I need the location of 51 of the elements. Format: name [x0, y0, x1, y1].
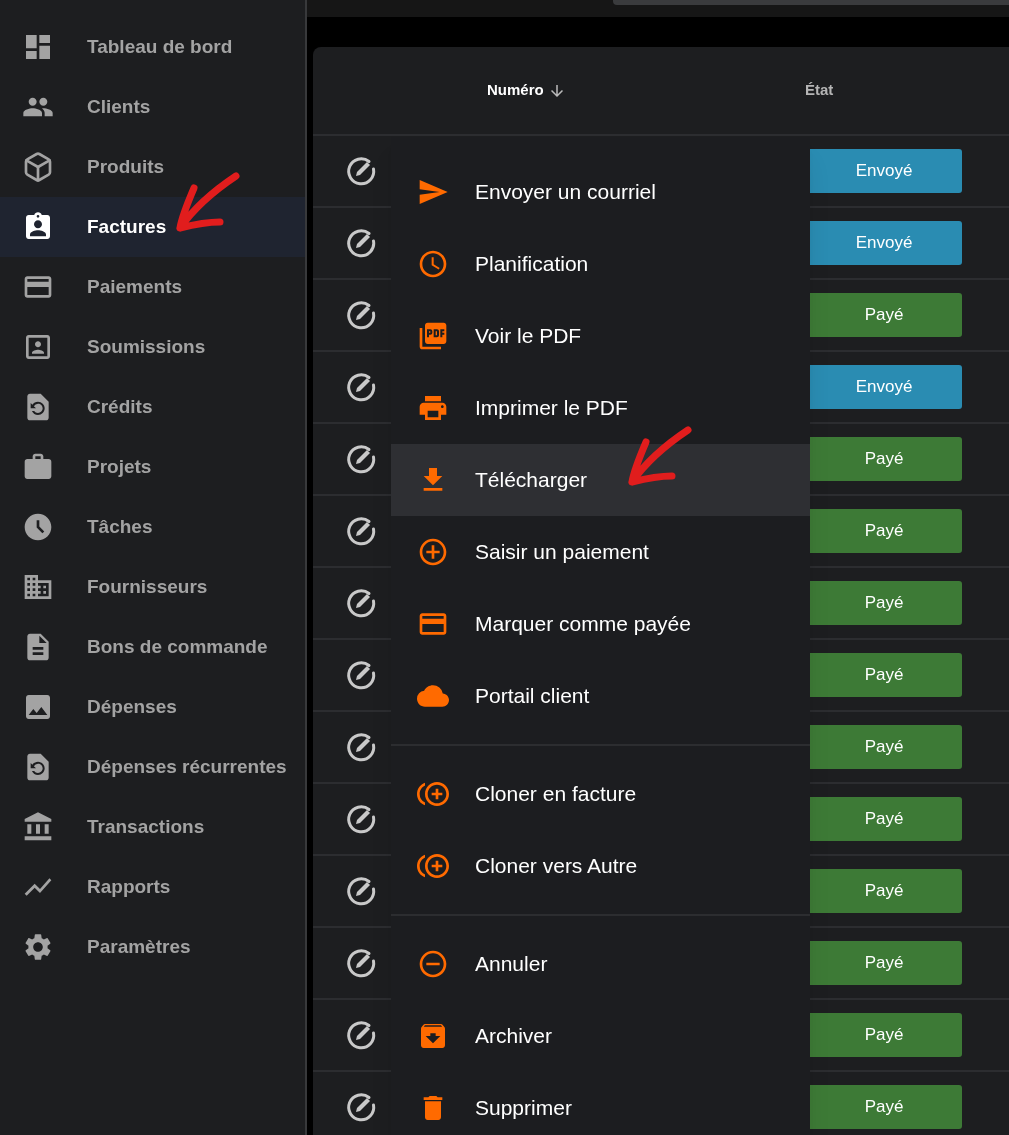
menu-item[interactable]: Archiver: [391, 1000, 810, 1072]
top-field[interactable]: [613, 0, 1009, 5]
pencil-circle-icon[interactable]: [345, 587, 377, 619]
sidebar-item[interactable]: Bons de commande: [0, 617, 305, 677]
menu-item[interactable]: Supprimer: [391, 1072, 810, 1135]
clock-icon: [417, 248, 449, 280]
menu-item[interactable]: Cloner en facture: [391, 758, 810, 830]
clock-icon: [22, 511, 54, 543]
menu-item[interactable]: Annuler: [391, 928, 810, 1000]
menu-item[interactable]: Cloner vers Autre: [391, 830, 810, 902]
sidebar-item[interactable]: Produits: [0, 137, 305, 197]
pencil-circle-icon[interactable]: [345, 515, 377, 547]
sidebar-item[interactable]: Crédits: [0, 377, 305, 437]
sidebar-item[interactable]: Dépenses récurrentes: [0, 737, 305, 797]
pencil-circle-icon[interactable]: [345, 875, 377, 907]
pdf-icon: [417, 320, 449, 352]
pencil-circle-icon[interactable]: [345, 659, 377, 691]
pencil-circle-icon[interactable]: [345, 371, 377, 403]
menu-item[interactable]: Planification: [391, 228, 810, 300]
menu-item[interactable]: Saisir un paiement: [391, 516, 810, 588]
sidebar-item[interactable]: Projets: [0, 437, 305, 497]
sidebar-item[interactable]: Paramètres: [0, 917, 305, 977]
pencil-circle-icon[interactable]: [345, 731, 377, 763]
menu-item[interactable]: Télécharger: [391, 444, 810, 516]
pencil-circle-icon[interactable]: [345, 155, 377, 187]
pencil-circle-icon[interactable]: [345, 1091, 377, 1123]
sidebar-item[interactable]: Rapports: [0, 857, 305, 917]
pencil-circle-icon[interactable]: [345, 803, 377, 835]
column-header[interactable]: État: [805, 79, 834, 102]
pencil-circle-icon[interactable]: [345, 947, 377, 979]
pencil-circle-icon[interactable]: [345, 227, 377, 259]
sidebar-item[interactable]: Transactions: [0, 797, 305, 857]
sidebar-item[interactable]: Dépenses: [0, 677, 305, 737]
pencil-circle-icon[interactable]: [345, 443, 377, 475]
menu-item[interactable]: Portail client: [391, 660, 810, 732]
sidebar-item[interactable]: Factures: [0, 197, 305, 257]
sidebar-item[interactable]: Tâches: [0, 497, 305, 557]
sidebar-item[interactable]: Fournisseurs: [0, 557, 305, 617]
menu-item[interactable]: Imprimer le PDF: [391, 372, 810, 444]
sidebar-item[interactable]: Tableau de bord: [0, 17, 305, 77]
sidebar-item[interactable]: Clients: [0, 77, 305, 137]
menu-item[interactable]: Marquer comme payée: [391, 588, 810, 660]
pencil-circle-icon[interactable]: [345, 1019, 377, 1051]
menu-item[interactable]: Envoyer un courriel: [391, 156, 810, 228]
sidebar-item[interactable]: Paiements: [0, 257, 305, 317]
menu-item[interactable]: Voir le PDF: [391, 300, 810, 372]
column-header[interactable]: Numéro: [487, 79, 805, 102]
pencil-circle-icon[interactable]: [345, 299, 377, 331]
sidebar-item[interactable]: Soumissions: [0, 317, 305, 377]
bank-icon: [22, 811, 54, 843]
cube-icon: [22, 151, 54, 183]
